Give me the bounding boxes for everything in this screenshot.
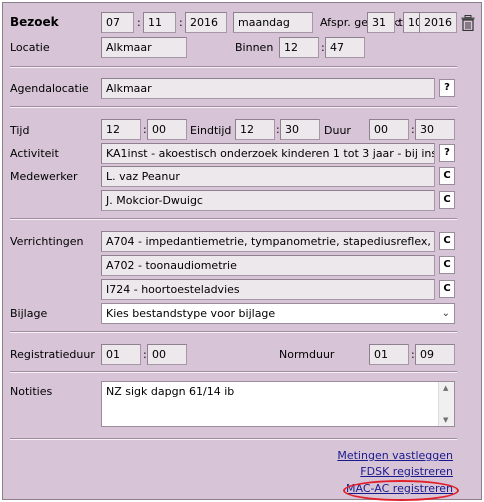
tijd-label: Tijd	[10, 124, 30, 137]
metingen-vastleggen-link[interactable]: Metingen vastleggen	[337, 449, 453, 462]
normduur-hour-field: 01	[369, 344, 409, 365]
normduur-min-field: 09	[415, 344, 455, 365]
bijlage-select[interactable]: Kies bestandstype voor bijlage ⌄	[101, 303, 455, 324]
tijd-hour-field[interactable]: 12	[101, 119, 141, 140]
bijlage-label: Bijlage	[10, 307, 48, 320]
afspr-year-field[interactable]: 2016	[419, 12, 457, 33]
date-separator: :	[137, 16, 141, 29]
duur-min-field[interactable]: 30	[415, 119, 455, 140]
scroll-down-icon[interactable]: ▼	[443, 416, 448, 424]
bezoek-year-field[interactable]: 2016	[185, 12, 227, 33]
notities-textarea[interactable]: NZ sigk dapgn 61/14 ib ▲ ▼	[101, 381, 455, 427]
locatie-label: Locatie	[10, 41, 50, 54]
activiteit-help-button[interactable]: ?	[439, 144, 455, 162]
medewerker-clear-button-1[interactable]: C	[439, 167, 455, 185]
divider	[10, 438, 457, 440]
normduur-label: Normduur	[279, 348, 335, 361]
notities-label: Notities	[10, 385, 53, 398]
date-separator: :	[397, 16, 401, 29]
medewerker-field-1: L. vaz Peanur	[101, 166, 435, 187]
bezoek-month-field[interactable]: 11	[143, 12, 176, 33]
chevron-down-icon: ⌄	[441, 308, 450, 319]
registratieduur-label: Registratieduur	[10, 348, 95, 361]
divider	[10, 66, 457, 68]
divider	[10, 218, 457, 220]
binnen-min-field[interactable]: 47	[325, 37, 365, 58]
fdsk-registreren-link[interactable]: FDSK registreren	[360, 465, 453, 478]
verrichting-clear-button-2[interactable]: C	[439, 256, 455, 274]
visit-panel: Bezoek 07 : 11 : 2016 maandag Afspr. gem…	[2, 2, 482, 501]
verrichting-field-3: I724 - hoortoesteladvies	[101, 279, 435, 300]
divider	[10, 106, 457, 108]
medewerker-label: Medewerker	[10, 170, 78, 183]
duur-hour-field[interactable]: 00	[369, 119, 409, 140]
notities-text: NZ sigk dapgn 61/14 ib	[106, 385, 235, 398]
registratie-hour-field[interactable]: 01	[101, 344, 141, 365]
divider	[10, 331, 457, 333]
bezoek-label: Bezoek	[10, 15, 59, 29]
duur-label: Duur	[324, 124, 351, 137]
binnen-hour-field[interactable]: 12	[279, 37, 319, 58]
medewerker-field-2: J. Mokcior-Dwuigc	[101, 190, 435, 211]
verrichting-field-2: A702 - toonaudiometrie	[101, 255, 435, 276]
locatie-field: Alkmaar	[101, 37, 187, 58]
date-separator: :	[179, 16, 183, 29]
verrichting-clear-button-1[interactable]: C	[439, 232, 455, 250]
tijd-min-field[interactable]: 00	[147, 119, 187, 140]
verrichtingen-label: Verrichtingen	[10, 235, 84, 248]
activiteit-label: Activiteit	[10, 147, 59, 160]
eindtijd-min-field[interactable]: 30	[280, 119, 320, 140]
trash-icon[interactable]	[461, 15, 475, 31]
medewerker-clear-button-2[interactable]: C	[439, 191, 455, 209]
verrichting-field-1: A704 - impedantiemetrie, tympanometrie, …	[101, 231, 435, 252]
agendalocatie-label: Agendalocatie	[10, 82, 89, 95]
registratie-min-field[interactable]: 00	[147, 344, 187, 365]
notities-scrollbar[interactable]: ▲ ▼	[438, 382, 454, 426]
eindtijd-label: Eindtijd	[190, 124, 232, 137]
bezoek-day-field[interactable]: 07	[101, 12, 134, 33]
agendalocatie-field: Alkmaar	[101, 78, 435, 99]
highlight-circle	[343, 480, 459, 501]
activiteit-field: KA1inst - akoestisch onderzoek kinderen …	[101, 143, 435, 164]
bijlage-select-value: Kies bestandstype voor bijlage	[106, 307, 276, 320]
agendalocatie-help-button[interactable]: ?	[439, 79, 455, 97]
verrichting-clear-button-3[interactable]: C	[439, 280, 455, 298]
eindtijd-hour-field[interactable]: 12	[235, 119, 275, 140]
scroll-up-icon[interactable]: ▲	[443, 384, 448, 392]
bezoek-weekday-field: maandag	[233, 12, 313, 33]
afspr-day-field[interactable]: 31	[367, 12, 395, 33]
binnen-label: Binnen	[235, 41, 274, 54]
divider	[10, 371, 457, 373]
